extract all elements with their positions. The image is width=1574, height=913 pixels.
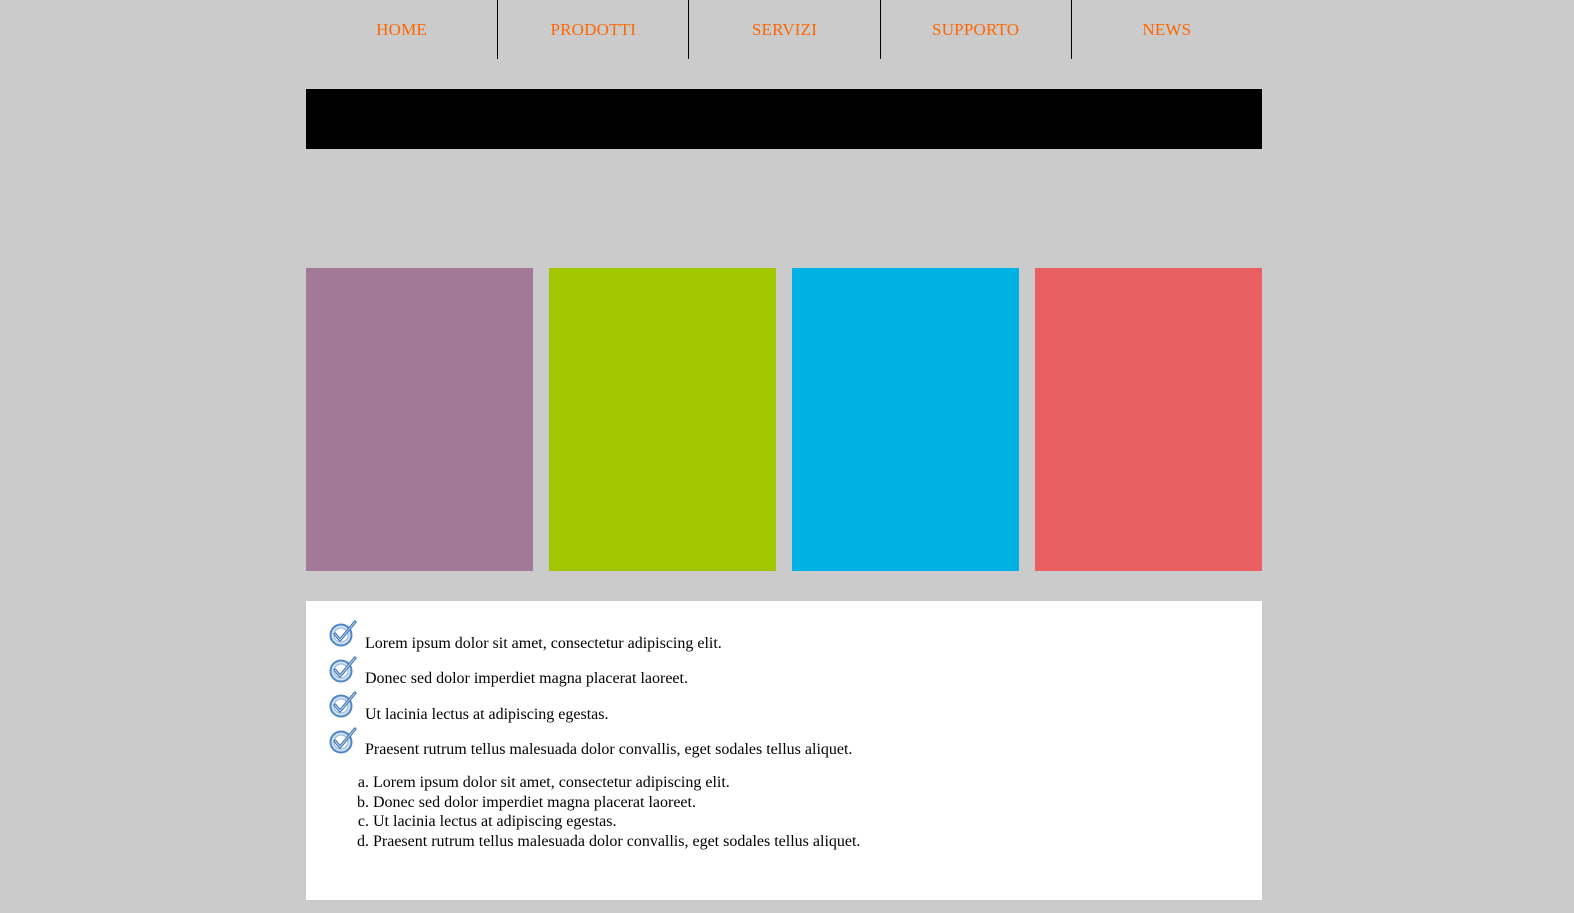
- list-marker: d.: [357, 832, 369, 850]
- nav-link-prodotti[interactable]: PRODOTTI: [497, 0, 688, 59]
- checkmark-badge-icon: [329, 691, 357, 718]
- feature-boxes: [306, 268, 1262, 571]
- check-list-item: Donec sed dolor imperdiet magna placerat…: [328, 653, 852, 689]
- check-list: Lorem ipsum dolor sit amet, consectetur …: [328, 617, 852, 759]
- list-marker: c.: [357, 813, 369, 830]
- feature-box-blue: [792, 268, 1019, 571]
- ordered-list-item: d. Praesent rutrum tellus malesuada dolo…: [355, 832, 860, 852]
- nav-link-servizi[interactable]: SERVIZI: [688, 0, 879, 59]
- check-list-item: Lorem ipsum dolor sit amet, consectetur …: [328, 617, 852, 653]
- ordered-list-item-text: Ut lacinia lectus at adipiscing egestas.: [373, 813, 617, 830]
- ordered-list-item-text: Praesent rutrum tellus malesuada dolor c…: [373, 832, 861, 850]
- nav-link-supporto[interactable]: SUPPORTO: [879, 0, 1071, 59]
- check-list-item-text: Lorem ipsum dolor sit amet, consectetur …: [365, 634, 722, 652]
- feature-box-purple: [306, 268, 533, 571]
- nav-link-news[interactable]: NEWS: [1070, 0, 1262, 59]
- check-list-item-text: Praesent rutrum tellus malesuada dolor c…: [365, 741, 853, 758]
- ordered-list-item: b. Donec sed dolor imperdiet magna place…: [355, 793, 860, 813]
- check-list-item-text: Ut lacinia lectus at adipiscing egestas.: [365, 705, 609, 723]
- nav-link-home[interactable]: HOME: [306, 0, 497, 59]
- check-list-item: Praesent rutrum tellus malesuada dolor c…: [328, 724, 852, 760]
- feature-box-red: [1035, 268, 1262, 571]
- top-navigation: HOME PRODOTTI SERVIZI SUPPORTO NEWS: [306, 0, 1262, 59]
- content-panel: Lorem ipsum dolor sit amet, consectetur …: [306, 601, 1262, 900]
- ordered-list-item: a. Lorem ipsum dolor sit amet, consectet…: [355, 773, 860, 793]
- ordered-list-item-text: Lorem ipsum dolor sit amet, consectetur …: [373, 774, 730, 791]
- ordered-list: a. Lorem ipsum dolor sit amet, consectet…: [355, 773, 860, 851]
- page: HOME PRODOTTI SERVIZI SUPPORTO NEWS Lore…: [0, 0, 1574, 913]
- checkmark-badge-icon: [329, 727, 357, 753]
- check-list-item: Ut lacinia lectus at adipiscing egestas.: [328, 688, 852, 724]
- header-banner: [306, 89, 1262, 149]
- list-marker: b.: [357, 793, 369, 811]
- checkmark-badge-icon: [329, 656, 357, 682]
- ordered-list-item: c. Ut lacinia lectus at adipiscing egest…: [355, 812, 860, 832]
- check-list-item-text: Donec sed dolor imperdiet magna placerat…: [365, 670, 688, 687]
- feature-box-green: [549, 268, 776, 571]
- checkmark-badge-icon: [329, 620, 357, 647]
- list-marker: a.: [357, 774, 369, 791]
- ordered-list-item-text: Donec sed dolor imperdiet magna placerat…: [373, 793, 696, 811]
